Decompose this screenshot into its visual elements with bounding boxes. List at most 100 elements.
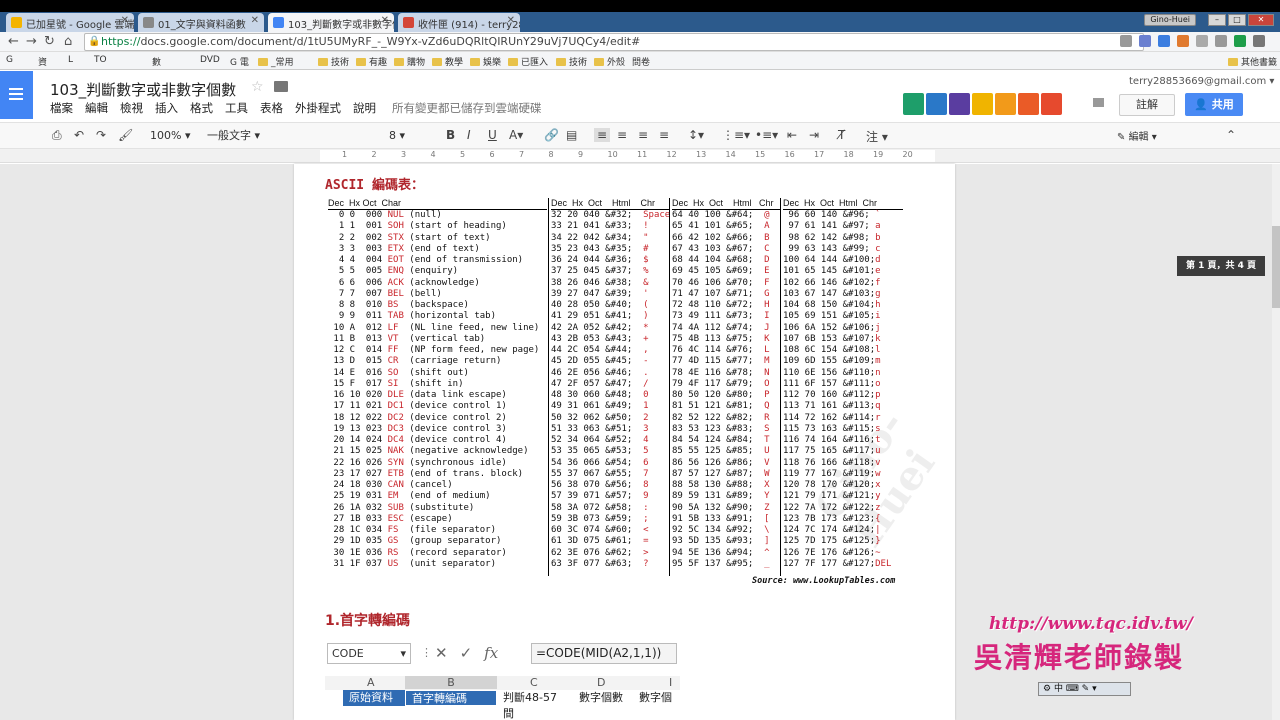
paint-format-icon[interactable]: 🖌 xyxy=(118,128,133,142)
close-icon[interactable]: ✕ xyxy=(381,15,389,26)
redo-icon[interactable]: ↷ xyxy=(96,128,106,142)
document-page[interactable]: Gino-Huei ASCII 編碼表： Dec Hx Oct Char 0 0… xyxy=(294,164,955,720)
menu-file[interactable]: 檔案 xyxy=(50,100,73,116)
back-icon[interactable]: ← xyxy=(8,34,19,49)
table-row: 2 2 002 STX (start of text) xyxy=(328,232,491,243)
close-icon[interactable]: ✕ xyxy=(507,15,515,26)
addon-icon[interactable] xyxy=(995,93,1016,115)
comments-button[interactable]: 註解 xyxy=(1119,94,1175,116)
home-icon[interactable]: ⌂ xyxy=(64,34,72,49)
increase-indent-icon[interactable]: ⇥ xyxy=(809,128,819,142)
zoom-icon[interactable] xyxy=(1120,35,1132,47)
address-bar[interactable]: 🔒 https://docs.google.com/document/d/1tU… xyxy=(84,33,1144,51)
underline-icon[interactable]: U xyxy=(488,128,497,142)
font-size-select[interactable]: 8 ▾ xyxy=(389,127,429,145)
text-color-icon[interactable]: A▾ xyxy=(509,128,523,142)
menu-view[interactable]: 檢視 xyxy=(120,100,143,116)
browser-tab-gmail[interactable]: 收件匣 (914) - terry2885 ✕ xyxy=(398,13,520,32)
align-center-icon[interactable]: ≡ xyxy=(617,128,627,142)
addon-icon[interactable] xyxy=(1041,93,1062,115)
menu-table[interactable]: 表格 xyxy=(260,100,283,116)
bookmark-item[interactable]: DVD xyxy=(200,55,220,65)
vertical-scrollbar[interactable] xyxy=(1272,164,1280,720)
forward-icon[interactable]: → xyxy=(26,34,37,49)
bookmark-folder[interactable]: 技術 xyxy=(556,55,587,68)
menu-format[interactable]: 格式 xyxy=(190,100,213,116)
reload-icon[interactable]: ↻ xyxy=(44,34,55,49)
align-justify-icon[interactable]: ≡ xyxy=(659,128,669,142)
browser-tab-drive[interactable]: 已加星號 - Google 雲端硬 ✕ xyxy=(6,13,134,32)
other-bookmarks[interactable]: 其他書籤 xyxy=(1228,55,1277,68)
bookmark-folder[interactable]: 已匯入 xyxy=(508,55,548,68)
profile-chip[interactable]: Gino-Huei xyxy=(1144,14,1196,26)
bookmark-item[interactable]: 問卷 xyxy=(632,55,650,68)
print-icon[interactable]: ⎙ xyxy=(52,128,62,143)
menu-insert[interactable]: 插入 xyxy=(155,100,178,116)
browser-tab-sheet[interactable]: 01_文字與資料函數 ✕ xyxy=(138,13,264,32)
menu-addons[interactable]: 外掛程式 xyxy=(295,100,341,116)
bookmark-star-icon[interactable] xyxy=(1139,35,1151,47)
document-title[interactable]: 103_判斷數字或非數字個數 xyxy=(50,79,236,100)
maximize-button[interactable]: □ xyxy=(1228,14,1246,26)
collapse-icon[interactable]: ⌃ xyxy=(1226,128,1236,142)
bookmark-folder[interactable]: _常用 xyxy=(258,55,294,68)
extension-icon[interactable] xyxy=(1177,35,1189,47)
bookmark-item[interactable]: 數 xyxy=(152,55,161,68)
star-icon[interactable]: ☆ xyxy=(251,79,264,95)
browser-tab-doc[interactable]: 103_判斷數字或非數字個 ✕ xyxy=(268,13,394,32)
close-icon[interactable]: ✕ xyxy=(251,15,259,26)
menu-tools[interactable]: 工具 xyxy=(225,100,248,116)
window-close-button[interactable]: ✕ xyxy=(1248,14,1274,26)
addon-icon[interactable] xyxy=(1018,93,1039,115)
share-button[interactable]: 👤 共用 xyxy=(1185,93,1243,116)
addon-icon[interactable] xyxy=(926,93,947,115)
numbered-list-icon[interactable]: ⋮≡▾ xyxy=(722,128,750,142)
extension-icon[interactable] xyxy=(1215,35,1227,47)
minimize-button[interactable]: – xyxy=(1208,14,1226,26)
extension-icon[interactable] xyxy=(1234,35,1246,47)
extension-icon[interactable] xyxy=(1196,35,1208,47)
align-left-icon[interactable]: ≡ xyxy=(594,128,611,142)
close-icon[interactable]: ✕ xyxy=(121,15,129,26)
bulleted-list-icon[interactable]: •≡▾ xyxy=(755,128,778,142)
bookmark-folder[interactable]: 娛樂 xyxy=(470,55,501,68)
bookmark-folder[interactable]: 有趣 xyxy=(356,55,387,68)
docs-home-icon[interactable] xyxy=(0,71,33,119)
table-row: 55 37 067 &#55; 7 xyxy=(551,468,649,479)
addon-icon[interactable] xyxy=(972,93,993,115)
folder-icon[interactable] xyxy=(274,81,288,92)
menu-icon[interactable] xyxy=(1253,35,1265,47)
comment-add-icon[interactable]: ▤ xyxy=(566,128,577,142)
bookmark-folder[interactable]: 購物 xyxy=(394,55,425,68)
style-select[interactable]: 一般文字 ▾ xyxy=(207,127,279,145)
clear-formatting-icon[interactable]: T̸ xyxy=(838,128,845,142)
bookmark-item[interactable]: TO xyxy=(94,55,107,65)
addon-icon[interactable] xyxy=(949,93,970,115)
bookmark-folder[interactable]: 教學 xyxy=(432,55,463,68)
menu-edit[interactable]: 編輯 xyxy=(85,100,108,116)
addon-icon[interactable] xyxy=(903,93,924,115)
ruler-number: 8 xyxy=(548,150,554,159)
link-icon[interactable]: 🔗 xyxy=(544,128,559,142)
line-spacing-icon[interactable]: ↕▾ xyxy=(688,128,704,142)
bookmark-folder[interactable]: 技術 xyxy=(318,55,349,68)
bookmark-folder[interactable]: 外殼 xyxy=(594,55,625,68)
decrease-indent-icon[interactable]: ⇤ xyxy=(787,128,797,142)
menu-help[interactable]: 說明 xyxy=(353,100,376,116)
editing-mode-select[interactable]: ✎ 編輯 ▾ xyxy=(1117,128,1157,143)
comment-icon[interactable] xyxy=(1093,98,1104,107)
bookmark-item[interactable]: G xyxy=(6,55,13,65)
bookmark-item[interactable]: G 電 xyxy=(230,55,249,68)
ime-toolbar[interactable]: ⚙ 中 ⌨ ✎ ▾ xyxy=(1038,682,1131,696)
scrollbar-thumb[interactable] xyxy=(1272,226,1280,308)
italic-icon[interactable]: I xyxy=(467,128,471,142)
bookmark-item[interactable]: 資 xyxy=(38,55,47,68)
undo-icon[interactable]: ↶ xyxy=(74,128,84,142)
bold-icon[interactable]: B xyxy=(446,128,455,142)
align-right-icon[interactable]: ≡ xyxy=(638,128,648,142)
input-tools-icon[interactable]: 注 ▾ xyxy=(866,128,888,145)
extension-icon[interactable] xyxy=(1158,35,1170,47)
zoom-select[interactable]: 100% ▾ xyxy=(150,127,194,145)
account-email[interactable]: terry28853669@gmail.com ▾ xyxy=(1129,76,1274,87)
bookmark-item[interactable]: L xyxy=(68,55,73,65)
